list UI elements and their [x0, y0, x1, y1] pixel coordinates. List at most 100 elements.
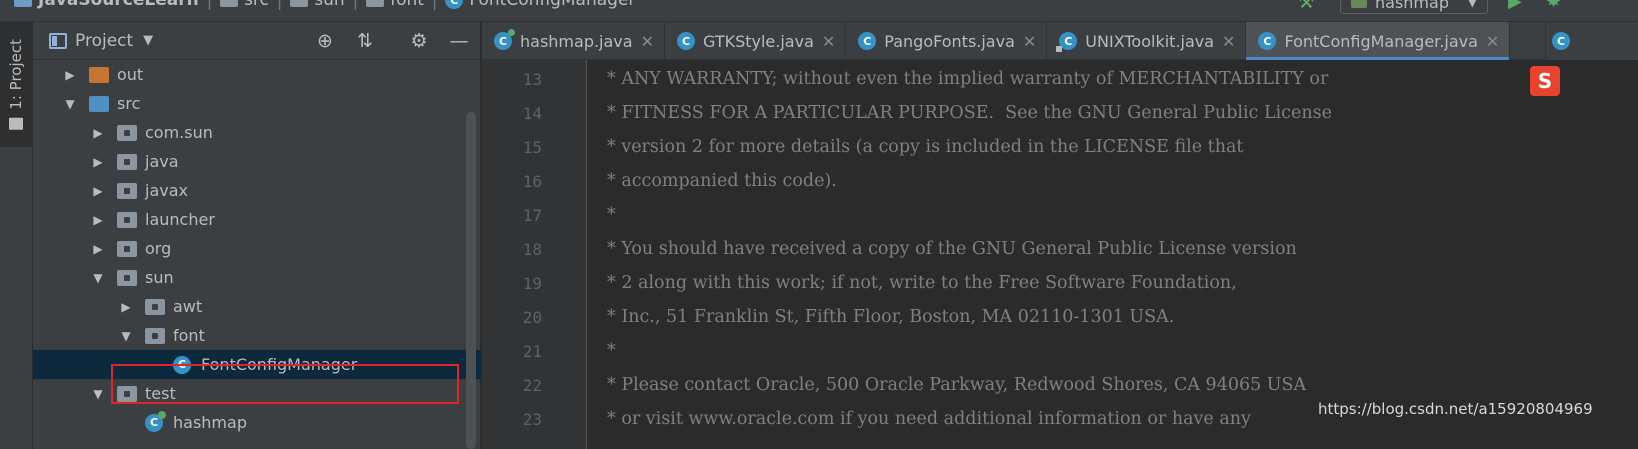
code-line: 20 * Inc., 51 Franklin St, Fifth Floor, …	[482, 300, 1638, 334]
chevron-right-icon[interactable]: ▶	[91, 184, 105, 198]
tab-fontconfigmanager-java[interactable]: C FontConfigManager.java ✕	[1246, 22, 1511, 60]
close-icon[interactable]: ✕	[1023, 32, 1036, 51]
locked-class-icon: C	[1056, 32, 1078, 52]
line-number: 22	[522, 375, 542, 395]
tab-unixtoolkit-java[interactable]: C UNIXToolkit.java ✕	[1047, 22, 1247, 60]
breadcrumb-item-class[interactable]: C FontConfigManager	[445, 0, 635, 10]
tree-item-com-sun[interactable]: ▶ com.sun	[33, 118, 481, 147]
tree-item-src[interactable]: ▼ src	[33, 89, 481, 118]
breadcrumb-item-font[interactable]: font	[366, 0, 424, 10]
tab-label: FontConfigManager.java	[1284, 31, 1478, 51]
class-icon: C	[1552, 32, 1570, 50]
chevron-right-icon[interactable]: ▶	[91, 242, 105, 256]
input-method-icon[interactable]: S	[1530, 66, 1560, 96]
code-text: * ANY WARRANTY; without even the implied…	[607, 69, 1329, 89]
package-icon	[145, 327, 165, 344]
project-tool-tab[interactable]: 1: Project	[0, 22, 32, 147]
breadcrumb-item-project[interactable]: JavaSourceLearn	[14, 0, 199, 10]
code-text: * 2 along with this work; if not, write …	[607, 273, 1237, 293]
class-icon: C	[1258, 32, 1277, 50]
line-number: 23	[522, 409, 542, 429]
chevron-down-icon[interactable]: ▼	[119, 329, 133, 343]
package-icon	[117, 211, 137, 228]
tree-item-label: font	[173, 326, 205, 345]
project-panel-title[interactable]: Project	[75, 31, 133, 51]
package-icon	[366, 0, 385, 7]
folder-icon	[220, 0, 239, 7]
chevron-down-icon: ▼	[1467, 0, 1477, 9]
project-tool-tab-content: 1: Project	[7, 39, 25, 130]
chevron-down-icon[interactable]: ▼	[63, 97, 77, 111]
tree-item-sun[interactable]: ▼ sun	[33, 263, 481, 292]
breadcrumb: JavaSourceLearn | src | sun | font | C F…	[14, 0, 635, 10]
package-icon	[117, 240, 137, 257]
project-tree-scrollbar[interactable]	[466, 112, 476, 449]
code-line: 19 * 2 along with this work; if not, wri…	[482, 266, 1638, 300]
locate-target-icon[interactable]: ⊕	[313, 30, 337, 52]
breadcrumb-separator: |	[276, 0, 283, 10]
tree-item-launcher[interactable]: ▶ launcher	[33, 205, 481, 234]
tree-item-font[interactable]: ▼ font	[33, 321, 481, 350]
collapse-all-icon[interactable]: ⇅	[353, 30, 377, 52]
project-view-icon	[49, 32, 67, 49]
line-number: 16	[522, 171, 542, 191]
run-configuration-select[interactable]: hashmap ▼	[1340, 0, 1488, 14]
code-text: * Please contact Oracle, 500 Oracle Park…	[607, 375, 1307, 395]
runnable-class-icon: C	[145, 410, 166, 432]
chevron-down-icon[interactable]: ▼	[91, 271, 105, 285]
breadcrumb-label: sun	[314, 0, 345, 10]
navigation-bar: JavaSourceLearn | src | sun | font | C F…	[0, 0, 1638, 22]
debug-icon[interactable]: ✸	[1546, 0, 1561, 12]
chevron-right-icon[interactable]: ▶	[91, 126, 105, 140]
gear-icon[interactable]: ⚙	[407, 30, 431, 52]
tree-item-java[interactable]: ▶ java	[33, 147, 481, 176]
watermark-text: https://blog.csdn.net/a15920804969	[1318, 400, 1593, 418]
source-folder-icon	[89, 95, 109, 112]
line-number: 19	[522, 273, 542, 293]
chevron-right-icon[interactable]: ▶	[119, 300, 133, 314]
tree-item-label: src	[117, 94, 141, 113]
hide-panel-icon[interactable]: —	[447, 30, 471, 52]
code-line: 21 *	[482, 334, 1638, 368]
package-icon	[290, 0, 309, 7]
run-icon[interactable]: ▶	[1508, 0, 1522, 12]
line-number: 21	[522, 341, 542, 361]
class-icon: C	[445, 0, 464, 9]
editor-tabs: C hashmap.java ✕ C GTKStyle.java ✕ C Pan…	[482, 22, 1638, 60]
close-icon[interactable]: ✕	[641, 32, 654, 51]
code-text: * version 2 for more details (a copy is …	[607, 137, 1244, 157]
code-line: 17 *	[482, 198, 1638, 232]
build-hammer-icon[interactable]: ⚒	[1298, 0, 1314, 13]
chevron-down-icon[interactable]: ▼	[91, 387, 105, 401]
run-config-label: hashmap	[1375, 0, 1449, 12]
tab-overflow-partial[interactable]: C	[1545, 22, 1638, 60]
chevron-right-icon[interactable]: ▶	[91, 213, 105, 227]
tree-item-label: hashmap	[173, 413, 247, 432]
tree-item-label: sun	[145, 268, 174, 287]
breadcrumb-separator: |	[206, 0, 213, 10]
tab-gtkstyle-java[interactable]: C GTKStyle.java ✕	[665, 22, 847, 60]
tab-label: GTKStyle.java	[702, 31, 814, 51]
tree-item-javax[interactable]: ▶ javax	[33, 176, 481, 205]
breadcrumb-item-src[interactable]: src	[220, 0, 269, 10]
tree-item-awt[interactable]: ▶ awt	[33, 292, 481, 321]
code-line: 16 * accompanied this code).	[482, 164, 1638, 198]
tree-item-org[interactable]: ▶ org	[33, 234, 481, 263]
close-icon[interactable]: ✕	[822, 32, 835, 51]
tree-item-out[interactable]: ▶ out	[33, 60, 481, 89]
tab-pangofonts-java[interactable]: C PangoFonts.java ✕	[846, 22, 1048, 60]
tab-label: hashmap.java	[520, 31, 633, 51]
chevron-down-icon[interactable]: ▼	[143, 33, 153, 48]
breadcrumb-label: JavaSourceLearn	[38, 0, 199, 10]
tree-item-hashmap[interactable]: C hashmap	[33, 408, 481, 437]
tab-hashmap-java[interactable]: C hashmap.java ✕	[482, 22, 665, 60]
chevron-right-icon[interactable]: ▶	[63, 68, 77, 82]
close-icon[interactable]: ✕	[1486, 32, 1499, 51]
breadcrumb-item-sun[interactable]: sun	[290, 0, 345, 10]
code-editor[interactable]: 13 * ANY WARRANTY; without even the impl…	[482, 60, 1638, 449]
line-number: 20	[522, 307, 542, 327]
close-icon[interactable]: ✕	[1222, 32, 1235, 51]
code-text: * FITNESS FOR A PARTICULAR PURPOSE. See …	[607, 103, 1332, 123]
package-icon	[117, 124, 137, 141]
chevron-right-icon[interactable]: ▶	[91, 155, 105, 169]
